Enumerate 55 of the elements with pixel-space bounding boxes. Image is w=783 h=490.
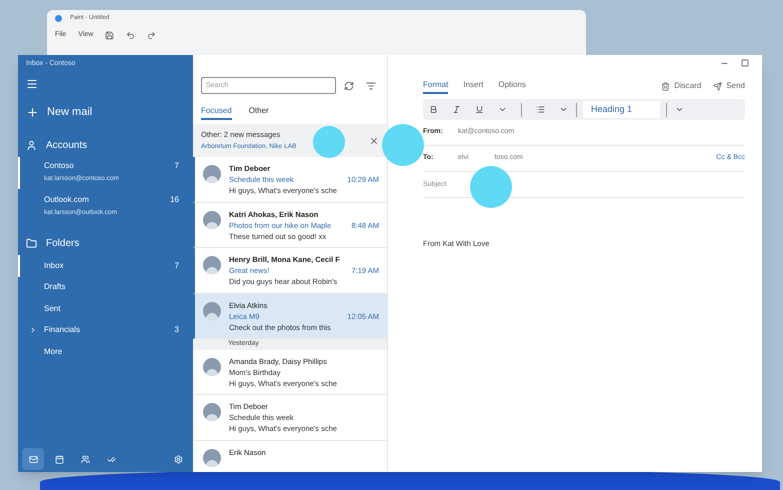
calendar-icon [54,454,64,464]
chevron-down-icon[interactable] [498,105,507,114]
account-name: Outlook.com [44,194,90,206]
maximize-icon[interactable] [741,59,749,67]
accounts-heading[interactable]: Accounts [46,138,88,152]
avatar [203,403,221,421]
redo-icon[interactable] [147,30,156,40]
style-dropdown[interactable]: Heading 1 [583,101,660,118]
account-name: Contoso [44,160,75,172]
avatar [203,358,221,376]
avatar [203,448,221,466]
folder-item[interactable]: Inbox 7 [18,255,193,276]
filter-icon[interactable] [366,80,376,90]
avatar [203,302,221,320]
send-button[interactable]: Send [713,80,745,92]
settings-icon [174,454,182,464]
undo-icon[interactable] [126,30,136,40]
folder-item[interactable]: Drafts [18,276,193,298]
plus-icon [26,106,39,118]
unread-count: 16 [170,194,179,206]
save-icon[interactable] [105,30,114,40]
bold-icon[interactable] [429,105,438,114]
mail-tab[interactable]: Other [248,104,269,120]
folder-icon [26,238,37,248]
chevron-right-icon[interactable] [29,326,37,334]
unread-count: 7 [174,160,179,172]
chevron-down-icon[interactable] [559,105,568,114]
discard-button[interactable]: Discard [661,80,702,92]
trash-icon [661,82,670,90]
compose-tab[interactable]: Insert [463,78,484,94]
compose-tab[interactable]: Format [423,78,448,94]
person-icon [26,140,37,150]
send-icon [713,82,722,90]
mail-tab[interactable]: Focused [201,104,232,120]
folder-item[interactable]: Financials 3 [18,320,193,341]
people-icon [80,454,90,464]
underline-icon[interactable] [475,105,484,114]
compose-tab[interactable]: Options [498,78,526,94]
paint-logo-icon [55,14,62,22]
folder-item[interactable]: More [18,341,193,362]
italic-icon[interactable] [452,105,461,114]
avatar [203,256,221,274]
mail-icon [28,454,38,464]
chevron-down-icon[interactable] [675,105,684,114]
sync-icon[interactable] [344,80,354,90]
folders-heading[interactable]: Folders [46,236,80,250]
bullet-list-icon[interactable] [536,105,545,114]
todo-icon [106,454,116,464]
menu-icon[interactable] [26,78,38,90]
avatar [203,210,221,228]
new-mail-button[interactable]: New mail [18,102,193,122]
avatar [203,165,221,183]
close-icon[interactable] [369,136,379,146]
mail-nav-button[interactable] [22,448,44,470]
folder-item[interactable]: Sent [18,298,193,320]
